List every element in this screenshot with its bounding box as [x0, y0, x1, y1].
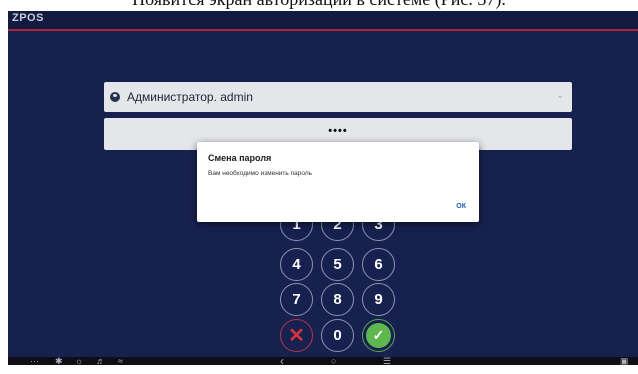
dialog-title: Смена пароля: [208, 153, 272, 163]
close-icon: ✕: [288, 324, 305, 347]
keypad-clear-button[interactable]: ✕: [280, 319, 313, 352]
keypad-key-5[interactable]: 5: [321, 248, 354, 281]
keypad-key-0[interactable]: 0: [321, 319, 354, 352]
keypad-key-9[interactable]: 9: [362, 283, 395, 316]
document-caption-strip: Появится экран авторизации в системе (Ри…: [0, 0, 638, 11]
home-icon[interactable]: ○: [331, 354, 336, 365]
user-select[interactable]: Администратор. admin ⌄: [104, 82, 572, 112]
user-select-value: Администратор. admin: [127, 90, 253, 104]
android-navigation-bar: ··· ✱ ☼ ♬ ≈ ‹ ○ ☰ ▣: [8, 354, 638, 365]
pos-screen: ZPOS Администратор. admin ⌄ •••• 1 2 3 4…: [8, 11, 638, 365]
bluetooth-icon[interactable]: ✱: [55, 354, 63, 365]
menu-icon[interactable]: ☰: [383, 354, 391, 365]
window-icon[interactable]: ▣: [620, 354, 629, 365]
user-icon: [110, 92, 120, 102]
keypad-key-4[interactable]: 4: [280, 248, 313, 281]
document-caption: Появится экран авторизации в системе (Ри…: [0, 0, 638, 10]
change-password-dialog: Смена пароля Вам необходимо изменить пар…: [197, 142, 479, 222]
wifi-icon[interactable]: ≈: [118, 354, 123, 365]
keypad-key-7[interactable]: 7: [280, 283, 313, 316]
keypad-key-8[interactable]: 8: [321, 283, 354, 316]
back-icon[interactable]: ‹: [280, 354, 284, 365]
dots-icon[interactable]: ···: [30, 354, 39, 365]
password-mask: ••••: [328, 125, 348, 137]
dialog-ok-button[interactable]: ОК: [456, 203, 466, 210]
dialog-message: Вам необходимо изменить пароль: [208, 170, 312, 177]
brightness-icon[interactable]: ☼: [75, 354, 83, 365]
keypad-confirm-button[interactable]: ✓: [362, 319, 395, 352]
volume-icon[interactable]: ♬: [96, 354, 105, 365]
chevron-down-icon: ⌄: [556, 90, 564, 100]
app-brand: ZPOS: [12, 12, 44, 24]
check-icon: ✓: [366, 323, 391, 348]
keypad-key-6[interactable]: 6: [362, 248, 395, 281]
app-header: ZPOS: [8, 11, 638, 31]
